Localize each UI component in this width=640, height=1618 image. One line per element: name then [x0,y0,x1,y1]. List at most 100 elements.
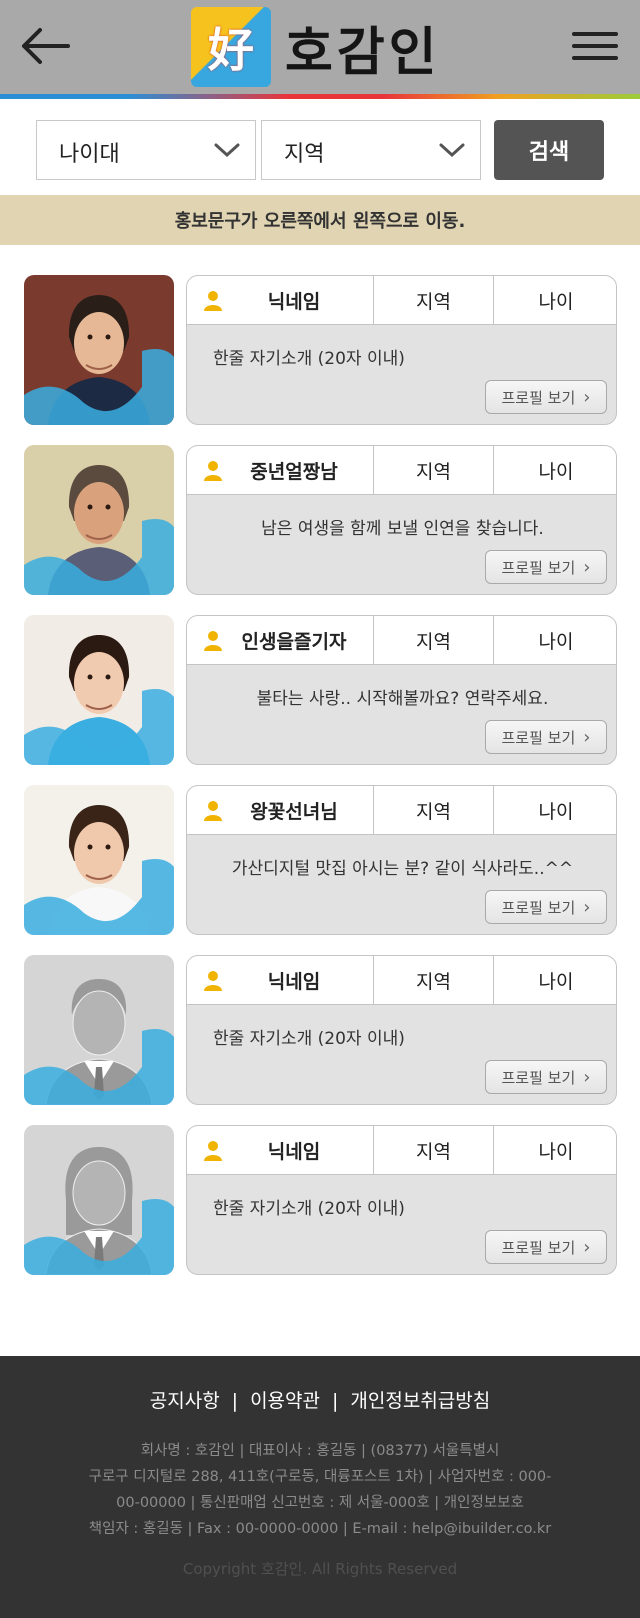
profile-age: 나이 [538,971,574,993]
profile-name-cell: 닉네임 [187,956,374,1005]
logo-icon: 好 [191,7,271,87]
age-select-value: 나이대 [59,142,120,167]
profile-info-header: 왕꽃선녀님 지역 나이 [187,786,616,835]
view-profile-label: 프로필 보기 [501,388,576,407]
profile-name-cell: 중년얼짱남 [187,446,374,495]
logo[interactable]: 好 호감인 [191,6,441,88]
profile-nickname: 왕꽃선녀님 [250,801,338,823]
user-icon [204,631,222,651]
profile-nickname: 닉네임 [267,291,321,313]
view-profile-button[interactable]: 프로필 보기 › [485,550,607,584]
view-profile-label: 프로필 보기 [501,1238,576,1257]
profile-region: 지역 [374,1126,494,1175]
logo-glyph: 好 [208,23,254,77]
profile-nickname: 닉네임 [267,1141,321,1163]
company-info-line: 책임자 : 홍길동 | Fax : 00-0000-0000 | E-mail … [88,1521,552,1537]
view-profile-button[interactable]: 프로필 보기 › [485,1060,607,1094]
footer-link-separator: | [332,1390,339,1412]
profile-photo[interactable] [24,1125,174,1275]
hamburger-line [572,44,618,48]
view-profile-button[interactable]: 프로필 보기 › [485,890,607,924]
profile-card: 닉네임 지역 나이한줄 자기소개 (20자 이내) 프로필 보기 › [0,275,640,425]
company-info-line: 구로구 디지털로 288, 411호(구로동, 대륭포스트 1차) | 사업자번… [88,1469,552,1485]
app-header: 好 호감인 [0,0,640,96]
profile-age: 나이 [538,461,574,483]
profile-region: 지역 [374,616,494,665]
promo-banner: 홍보문구가 오른쪽에서 왼쪽으로 이동. [0,195,640,245]
hamburger-line [572,56,618,60]
profile-photo[interactable] [24,445,174,595]
view-profile-label: 프로필 보기 [501,558,576,577]
hamburger-menu-icon [572,32,618,36]
region-select[interactable]: 지역 [261,120,481,180]
profile-name-cell: 닉네임 [187,1126,374,1175]
chevron-down-icon [214,143,240,158]
profile-info: 닉네임 지역 나이 한줄 자기소개 (20자 이내) 프로필 보기 › [186,1125,617,1275]
view-profile-button[interactable]: 프로필 보기 › [485,1230,607,1264]
footer-link-notice[interactable]: 공지사항 [150,1390,220,1412]
profile-age: 나이 [538,631,574,653]
footer-link-separator: | [231,1390,239,1412]
profile-photo[interactable] [24,615,174,765]
profile-name-cell: 닉네임 [187,276,374,325]
profile-region: 지역 [374,786,494,835]
company-info-line: 00-00000 | 통신판매업 신고번호 : 제 서울-000호 | 개인정보… [116,1495,524,1511]
footer-link-terms[interactable]: 이용약관 [250,1390,320,1412]
profile-photo-image [24,445,174,595]
profile-photo-image [24,1125,174,1275]
profile-photo-image [24,615,174,765]
profile-info: 닉네임 지역 나이 한줄 자기소개 (20자 이내) 프로필 보기 › [186,955,617,1105]
profile-photo[interactable] [24,955,174,1105]
age-select[interactable]: 나이대 [36,120,256,180]
chevron-right-icon: › [583,726,591,748]
chevron-right-icon: › [583,1066,591,1088]
profile-card: 닉네임 지역 나이 한줄 자기소개 (20자 이내) 프로필 보기 › [0,1125,640,1275]
profile-info-header: 닉네임 지역 나이 [187,1126,616,1175]
profile-info: 인생을즐기자 지역 나이 불타는 사랑.. 시작해볼까요? 연락주세요. 프로필 보기 › [186,615,617,765]
view-profile-label: 프로필 보기 [501,1068,576,1087]
profile-intro: 가산디지털 맛집 아시는 분? 같이 식사라도..^^ [231,859,574,879]
view-profile-button[interactable]: 프로필 보기 › [485,380,607,414]
user-icon [204,1141,222,1161]
user-icon [204,801,222,821]
profile-nickname: 중년얼짱남 [250,461,338,483]
profile-card: 왕꽃선녀님 지역 나이가산디지털 맛집 아시는 분? 같이 식사라도..^^ 프로필 … [0,785,640,935]
profile-info: 왕꽃선녀님 지역 나이가산디지털 맛집 아시는 분? 같이 식사라도..^^ 프로필 … [186,785,617,935]
profile-region: 지역 [374,276,494,325]
profile-info-header: 닉네임 지역 나이 [187,956,616,1005]
profile-card: 닉네임 지역 나이 한줄 자기소개 (20자 이내) 프로필 보기 › [0,955,640,1105]
profile-photo-image [24,275,174,425]
profile-photo[interactable] [24,275,174,425]
profile-region: 지역 [374,956,494,1005]
company-info: 회사명 : 호감인 | 대표이사 : 홍길동 | (08377) 서울특별시 구… [70,1438,570,1542]
view-profile-label: 프로필 보기 [501,898,576,917]
copyright: Copyright 호감인. All Rights Reserved [182,1560,458,1578]
profile-intro: 한줄 자기소개 (20자 이내) [213,349,405,369]
profile-info: 닉네임 지역 나이한줄 자기소개 (20자 이내) 프로필 보기 › [186,275,617,425]
profile-photo[interactable] [24,785,174,935]
profile-age: 나이 [538,801,574,823]
profile-age: 나이 [538,1141,574,1163]
profile-age: 나이 [538,291,574,313]
chevron-right-icon: › [583,896,591,918]
search-button[interactable]: 검색 [494,120,604,180]
view-profile-button[interactable]: 프로필 보기 › [485,720,607,754]
profile-photo-image [24,785,174,935]
profile-name-cell: 인생을즐기자 [187,616,374,665]
user-icon [204,971,222,991]
back-button[interactable] [20,26,72,66]
logo-text: 호감인 [285,22,441,83]
chevron-right-icon: › [583,1236,591,1258]
user-icon [204,291,222,311]
footer-link-privacy[interactable]: 개인정보취급방침 [350,1390,490,1412]
profile-region: 지역 [374,446,494,495]
profile-info-header: 닉네임 지역 나이 [187,276,616,325]
user-icon [204,461,222,481]
profile-card: 중년얼짱남 지역 나이남은 여생을 함께 보낼 인연을 찾습니다. 프로필 보기 › [0,445,640,595]
menu-button[interactable] [572,28,618,64]
region-select-value: 지역 [284,142,325,167]
chevron-down-icon [439,143,465,158]
chevron-right-icon: › [583,556,591,578]
arrow-left-icon [22,28,70,64]
profile-intro: 남은 여생을 함께 보낼 인연을 찾습니다. [261,519,544,539]
